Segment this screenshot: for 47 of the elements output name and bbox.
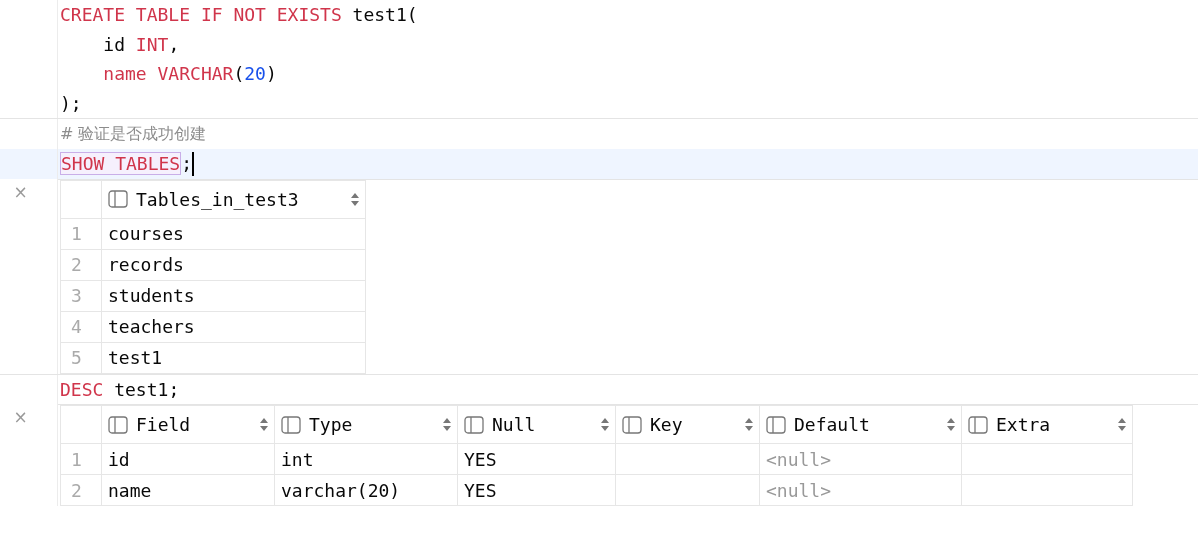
sort-icon[interactable] [745, 418, 753, 432]
column-header[interactable]: Key [615, 405, 760, 444]
code-line: CREATE TABLE IF NOT EXISTS test1( [59, 4, 418, 26]
column-icon [622, 415, 642, 434]
table-cell: YES [457, 443, 616, 475]
column-icon [281, 415, 301, 434]
column-icon [968, 415, 988, 434]
table-cell: teachers [101, 311, 366, 343]
column-header[interactable]: Default [759, 405, 962, 444]
code-line: DESC test1; [59, 378, 180, 400]
table-cell: int [274, 443, 458, 475]
table-cell: name [101, 474, 275, 506]
code-line: ); [59, 93, 82, 115]
row-number: 3 [60, 280, 102, 312]
table-cell: id [101, 443, 275, 475]
sort-icon[interactable] [443, 418, 451, 432]
null-cell: <null> [759, 443, 962, 475]
column-icon [464, 415, 484, 434]
table-cell: varchar(20) [274, 474, 458, 506]
column-icon [108, 190, 128, 209]
row-number: 1 [60, 443, 102, 475]
row-number: 2 [60, 474, 102, 506]
sort-icon[interactable] [947, 418, 955, 432]
sort-icon[interactable] [1118, 418, 1126, 432]
null-cell: <null> [759, 474, 962, 506]
table-cell: records [101, 249, 366, 281]
row-number: 2 [60, 249, 102, 281]
sort-icon[interactable] [601, 418, 609, 432]
code-line: id INT, [102, 33, 180, 55]
table-cell: YES [457, 474, 616, 506]
sort-icon[interactable] [260, 418, 268, 432]
column-header[interactable]: Type [274, 405, 458, 444]
code-line: # 验证是否成功创建 [59, 123, 207, 145]
column-header[interactable]: Field [101, 405, 275, 444]
row-number: 1 [60, 218, 102, 250]
table-cell: students [101, 280, 366, 312]
table-cell: test1 [101, 342, 366, 374]
column-icon [108, 415, 128, 434]
sort-icon[interactable] [351, 192, 359, 206]
column-icon [766, 415, 786, 434]
row-number: 4 [60, 311, 102, 343]
column-header[interactable]: Tables_in_test3 [101, 180, 366, 219]
column-header[interactable]: Extra [961, 405, 1133, 444]
table-cell: courses [101, 218, 366, 250]
column-header[interactable]: Null [457, 405, 616, 444]
row-number: 5 [60, 342, 102, 374]
code-line: name VARCHAR(20) [102, 63, 277, 85]
